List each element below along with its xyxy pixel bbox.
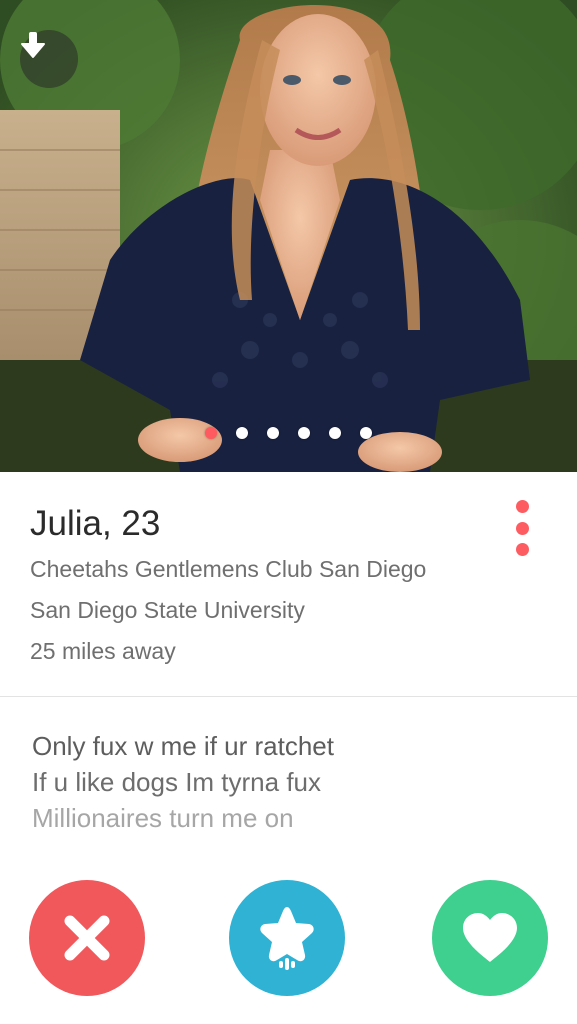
bio-line: If u like dogs Im tyrna fux bbox=[32, 767, 322, 797]
super-like-button[interactable] bbox=[229, 880, 345, 996]
page-dot[interactable] bbox=[267, 427, 279, 439]
profile-info: Julia, 23 Cheetahs Gentlemens Club San D… bbox=[30, 500, 500, 666]
profile-school: San Diego State University bbox=[30, 597, 305, 623]
nope-button[interactable] bbox=[29, 880, 145, 996]
section-divider bbox=[0, 696, 577, 697]
heart-icon bbox=[463, 913, 517, 962]
more-vertical-icon-dot bbox=[515, 500, 529, 513]
close-icon bbox=[64, 915, 110, 961]
page-dot[interactable] bbox=[298, 427, 310, 439]
page-dot[interactable] bbox=[236, 427, 248, 439]
profile-distance: 25 miles away bbox=[30, 638, 176, 664]
profile-name-age: Julia, 23 bbox=[30, 504, 161, 543]
profile-bio: Only fux w me if ur ratchet If u like do… bbox=[32, 728, 552, 836]
more-vertical-icon-dot bbox=[515, 521, 529, 535]
bio-line: Millionaires turn me on bbox=[32, 803, 294, 833]
page-dot-active[interactable] bbox=[205, 427, 217, 439]
star-icon bbox=[260, 907, 314, 970]
like-button[interactable] bbox=[432, 880, 548, 996]
more-options-button[interactable] bbox=[510, 500, 534, 556]
bio-line: Only fux w me if ur ratchet bbox=[32, 731, 334, 761]
profile-job: Cheetahs Gentlemens Club San Diego bbox=[30, 556, 427, 582]
profile-photo-image bbox=[0, 0, 577, 472]
collapse-profile-button[interactable] bbox=[20, 30, 78, 88]
page-dot[interactable] bbox=[360, 427, 372, 439]
profile-photo[interactable] bbox=[0, 0, 577, 472]
arrow-down-icon bbox=[21, 32, 45, 58]
photo-page-indicator bbox=[0, 426, 577, 440]
page-dot[interactable] bbox=[329, 427, 341, 439]
more-vertical-icon-dot bbox=[515, 543, 529, 556]
